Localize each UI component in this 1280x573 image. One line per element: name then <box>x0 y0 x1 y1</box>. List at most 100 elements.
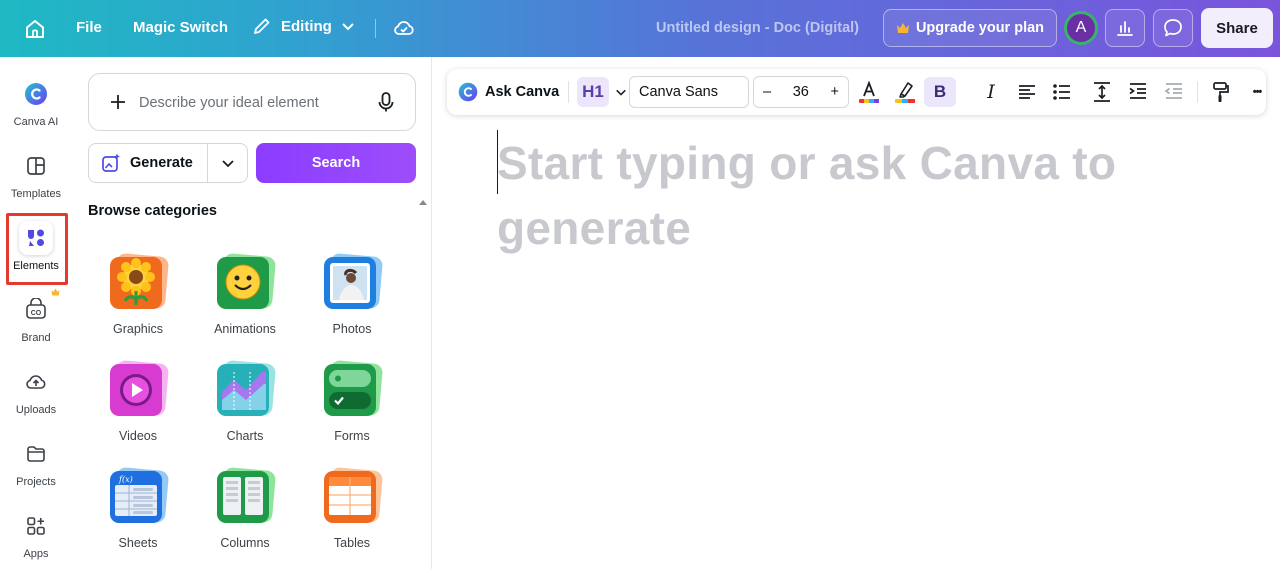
sunflower-icon <box>107 251 169 313</box>
home-icon[interactable] <box>22 16 48 42</box>
editor-canvas: Ask Canva H1 Canva Sans – 36 + B I ••• S… <box>433 57 1280 569</box>
rail-item-apps[interactable]: Apps <box>0 503 72 573</box>
crown-icon <box>51 283 60 296</box>
element-search-box[interactable] <box>88 73 416 131</box>
font-size-value[interactable]: 36 <box>793 84 809 100</box>
photo-icon <box>321 251 383 313</box>
align-left-icon[interactable] <box>1015 80 1039 104</box>
top-bar: File Magic Switch Editing Untitled desig… <box>0 0 1280 57</box>
rail-item-templates[interactable]: Templates <box>0 143 72 213</box>
category-columns[interactable]: Columns <box>195 465 295 565</box>
category-photos[interactable]: Photos <box>302 251 402 351</box>
category-graphics[interactable]: Graphics <box>88 251 188 351</box>
pencil-icon <box>254 18 270 34</box>
generate-split-button: Generate <box>88 143 248 183</box>
smiley-icon <box>214 251 276 313</box>
element-search-input[interactable] <box>139 92 369 114</box>
divider <box>1197 81 1198 103</box>
scroll-up-arrow[interactable] <box>419 200 427 205</box>
rail-label: Uploads <box>15 404 57 416</box>
uploads-icon <box>19 365 53 399</box>
search-button[interactable]: Search <box>256 143 416 183</box>
category-forms[interactable]: Forms <box>302 358 402 458</box>
highlighter-icon[interactable] <box>893 80 917 104</box>
increase-size-button[interactable]: + <box>831 84 839 100</box>
spreadsheet-icon: f(x) <box>107 465 169 527</box>
more-options-button[interactable]: ••• <box>1245 80 1269 104</box>
rail-label: Brand <box>21 332 51 344</box>
browse-categories-heading: Browse categories <box>88 203 217 219</box>
editing-mode-dropdown[interactable]: Editing <box>252 16 355 36</box>
projects-icon <box>19 437 53 471</box>
rail-item-uploads[interactable]: Uploads <box>0 359 72 429</box>
insights-button[interactable] <box>1105 9 1145 47</box>
heading-style-button[interactable]: H1 <box>577 77 609 107</box>
avatar[interactable]: A <box>1064 11 1098 45</box>
file-menu[interactable]: File <box>76 19 102 36</box>
bold-button[interactable]: B <box>924 77 956 107</box>
generate-options-button[interactable] <box>208 156 247 170</box>
category-label: Tables <box>333 536 371 550</box>
cloud-saved-icon[interactable] <box>392 16 416 40</box>
upgrade-label: Upgrade your plan <box>915 20 1045 36</box>
upgrade-button[interactable]: Upgrade your plan <box>883 9 1057 47</box>
category-label: Photos <box>332 322 372 336</box>
generate-button[interactable]: Generate <box>89 144 208 182</box>
category-videos[interactable]: Videos <box>88 358 188 458</box>
elements-icon <box>19 221 53 255</box>
canva-ai-icon <box>458 82 478 102</box>
left-rail: Canva AI Templates Elements CO Brand Upl… <box>0 57 72 569</box>
brand-icon: CO <box>19 293 53 327</box>
share-button[interactable]: Share <box>1201 8 1273 48</box>
bullet-list-icon[interactable] <box>1050 80 1074 104</box>
chevron-down-icon <box>221 160 234 168</box>
bar-chart-icon <box>1117 21 1133 36</box>
chart-icon <box>214 358 276 420</box>
category-label: Animations <box>214 322 276 336</box>
magic-image-icon <box>102 153 120 172</box>
category-animations[interactable]: Animations <box>195 251 295 351</box>
plus-icon[interactable] <box>107 91 129 113</box>
rail-item-projects[interactable]: Projects <box>0 431 72 501</box>
form-icon <box>321 358 383 420</box>
svg-text:CO: CO <box>31 310 42 317</box>
decrease-size-button[interactable]: – <box>763 84 771 100</box>
columns-icon <box>214 465 276 527</box>
text-format-toolbar: Ask Canva H1 Canva Sans – 36 + B I ••• <box>447 69 1266 115</box>
canva-ai-icon <box>19 77 53 111</box>
category-sheets[interactable]: f(x) Sheets <box>88 465 188 565</box>
ask-canva-label: Ask Canva <box>485 84 560 100</box>
rail-item-elements[interactable]: Elements <box>0 215 72 285</box>
comments-button[interactable] <box>1153 9 1193 47</box>
templates-icon <box>19 149 53 183</box>
category-label: Graphics <box>112 322 164 336</box>
document-placeholder-text[interactable]: Start typing or ask Canva to generate <box>497 131 1197 261</box>
text-color-icon[interactable] <box>857 80 881 104</box>
divider <box>568 81 569 103</box>
crown-icon <box>896 23 909 33</box>
generate-label: Generate <box>130 155 193 171</box>
ask-canva-button[interactable]: Ask Canva <box>457 69 559 115</box>
editing-label: Editing <box>281 17 332 35</box>
italic-button[interactable]: I <box>979 80 1003 104</box>
font-size-stepper: – 36 + <box>753 76 849 108</box>
category-charts[interactable]: Charts <box>195 358 295 458</box>
rail-item-canva-ai[interactable]: Canva AI <box>0 71 72 141</box>
rail-label: Apps <box>23 548 49 560</box>
magic-switch-menu[interactable]: Magic Switch <box>133 19 228 36</box>
font-family-select[interactable]: Canva Sans <box>629 76 749 108</box>
category-label: Sheets <box>118 536 158 550</box>
microphone-icon[interactable] <box>375 90 397 114</box>
line-spacing-icon[interactable] <box>1090 80 1114 104</box>
divider <box>375 19 376 38</box>
category-tables[interactable]: Tables <box>302 465 402 565</box>
svg-text:f(x): f(x) <box>118 475 133 484</box>
indent-icon[interactable] <box>1126 80 1150 104</box>
elements-panel: Generate Search Browse categories Graphi… <box>72 57 432 569</box>
paint-roller-icon[interactable] <box>1209 80 1233 104</box>
rail-label: Projects <box>16 476 56 488</box>
rail-item-brand[interactable]: CO Brand <box>0 287 72 357</box>
document-title[interactable]: Untitled design - Doc (Digital) <box>656 20 859 36</box>
category-label: Forms <box>334 429 370 443</box>
outdent-icon <box>1162 80 1186 104</box>
